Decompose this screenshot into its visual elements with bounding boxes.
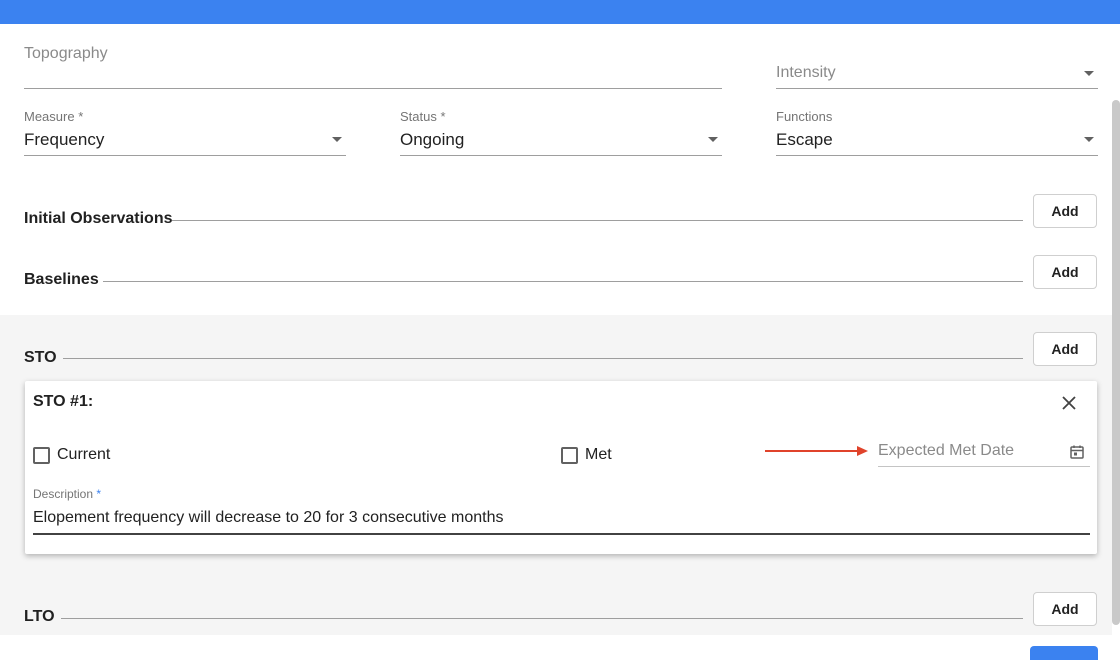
met-label: Met [585, 446, 612, 463]
intensity-select[interactable]: Intensity [776, 64, 836, 82]
measure-dropdown-icon[interactable] [332, 137, 342, 142]
initial-observations-divider [172, 220, 1023, 221]
description-input[interactable]: Elopement frequency will decrease to 20 … [33, 509, 503, 527]
measure-select[interactable]: Frequency [24, 130, 104, 150]
intensity-dropdown-icon[interactable] [1084, 71, 1094, 76]
add-initial-observation-button[interactable]: Add [1033, 194, 1097, 228]
baselines-divider [103, 281, 1023, 282]
expected-met-date-input[interactable]: Expected Met Date [878, 442, 1014, 460]
intensity-underline [776, 88, 1098, 89]
topography-underline [24, 88, 722, 89]
measure-label: Measure * [24, 109, 84, 124]
primary-action-button[interactable] [1030, 646, 1098, 660]
status-select[interactable]: Ongoing [400, 130, 464, 150]
calendar-icon[interactable] [1069, 444, 1085, 460]
initial-observations-title: Initial Observations [24, 210, 173, 227]
current-label: Current [57, 446, 111, 463]
description-underline [33, 533, 1090, 535]
sto-card: STO #1: Current Met Expected Met Date De… [25, 381, 1097, 554]
sto-card-title: STO #1: [33, 393, 94, 410]
met-checkbox[interactable] [561, 447, 578, 464]
sto-divider [63, 358, 1023, 359]
add-sto-button[interactable]: Add [1033, 332, 1097, 366]
functions-label: Functions [776, 109, 833, 124]
app-header-bar [0, 0, 1120, 24]
topography-input[interactable]: Topography [24, 45, 108, 63]
sto-title: STO [24, 349, 57, 366]
functions-dropdown-icon[interactable] [1084, 137, 1094, 142]
baselines-title: Baselines [24, 271, 99, 288]
description-label: Description * [33, 487, 101, 501]
functions-underline [776, 155, 1098, 156]
current-checkbox[interactable] [33, 447, 50, 464]
intensity-placeholder: Intensity [776, 64, 836, 81]
lto-divider [61, 618, 1023, 619]
status-label: Status * [400, 109, 446, 124]
description-label-text: Description [33, 487, 94, 501]
functions-select[interactable]: Escape [776, 130, 833, 150]
status-dropdown-icon[interactable] [708, 137, 718, 142]
status-underline [400, 155, 722, 156]
add-lto-button[interactable]: Add [1033, 592, 1097, 626]
description-required-mark: * [96, 487, 102, 501]
measure-underline [24, 155, 346, 156]
add-baseline-button[interactable]: Add [1033, 255, 1097, 289]
lto-title: LTO [24, 608, 55, 625]
topography-placeholder: Topography [24, 45, 108, 62]
annotation-arrow [765, 443, 869, 459]
close-icon[interactable] [1059, 393, 1079, 413]
expected-met-date-underline [878, 466, 1090, 467]
vertical-scrollbar[interactable] [1112, 100, 1120, 625]
